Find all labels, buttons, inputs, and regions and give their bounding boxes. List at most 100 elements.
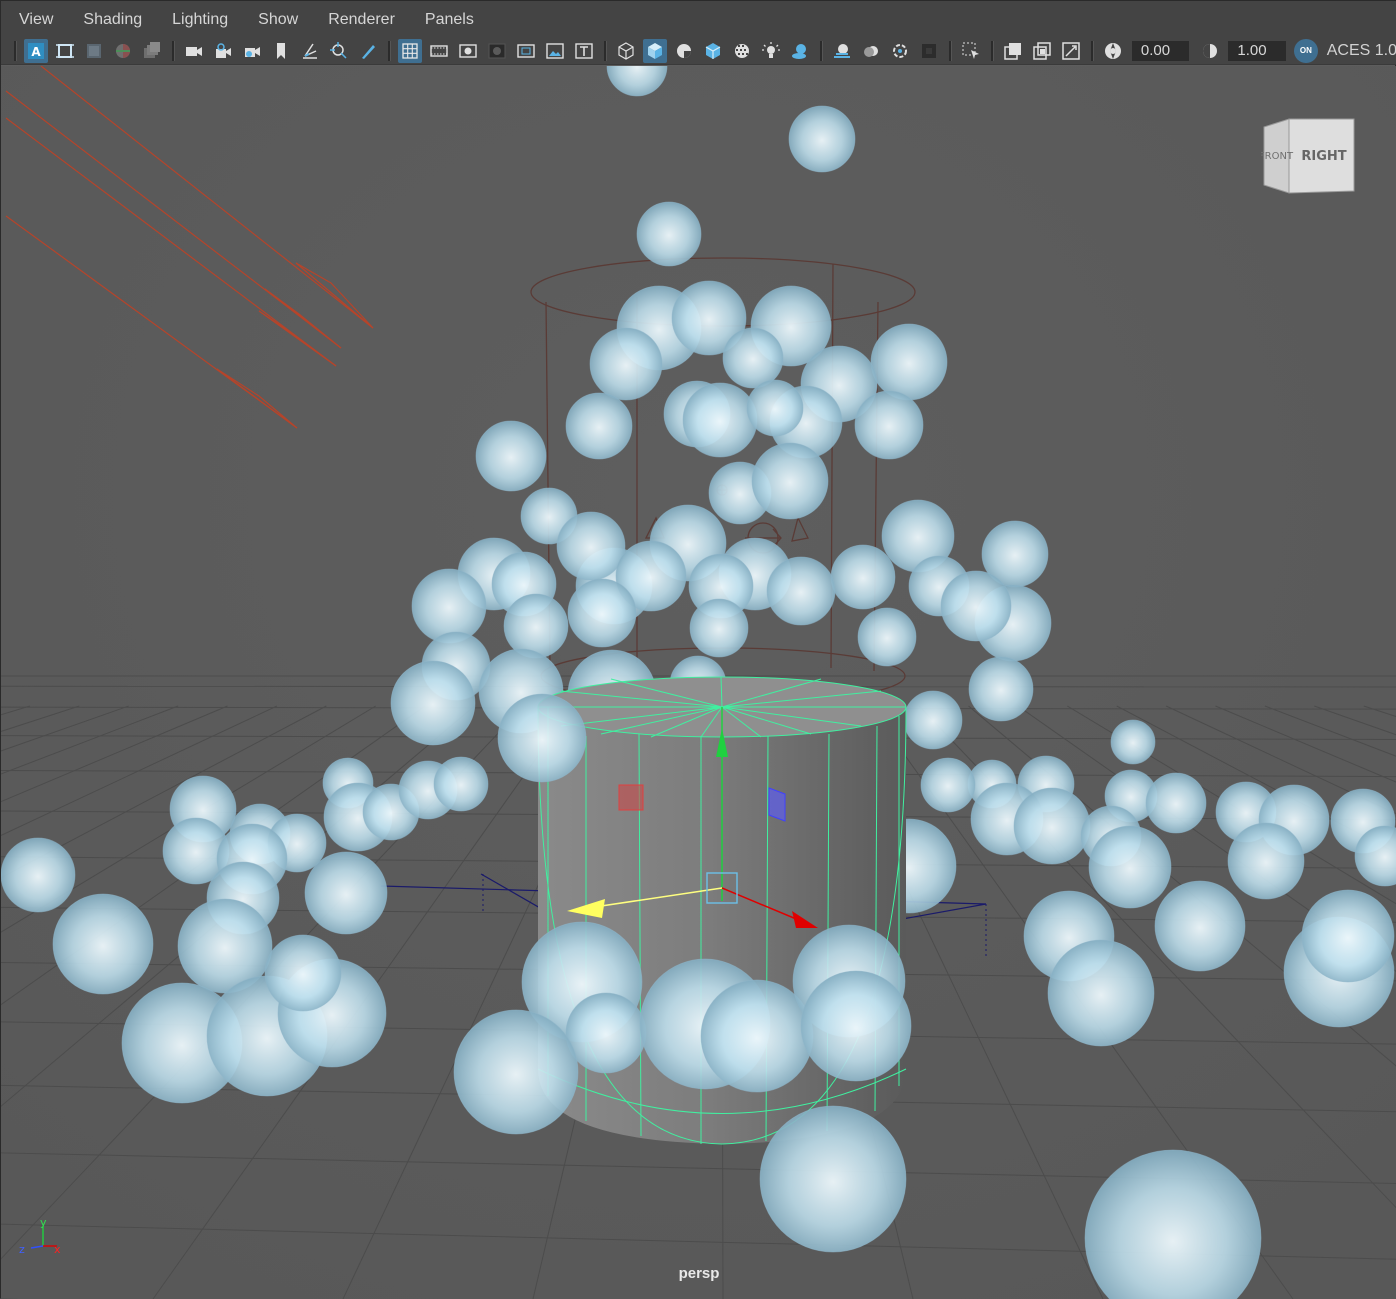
menu-renderer[interactable]: Renderer	[310, 1, 407, 37]
particle-sphere	[567, 578, 637, 648]
screen-space-ao-icon[interactable]	[830, 39, 854, 63]
particle-sphere	[52, 893, 154, 995]
use-all-lights-icon[interactable]	[759, 39, 783, 63]
3d-viewport[interactable]: FRONT RIGHT y z x persp	[1, 66, 1396, 1299]
particle-sphere	[940, 570, 1012, 642]
particle-sphere	[857, 607, 917, 667]
viewcube-right-label: RIGHT	[1301, 149, 1346, 164]
particle-sphere	[1088, 825, 1172, 909]
gate-mask-toggle-icon[interactable]	[485, 39, 509, 63]
exposure-field[interactable]: 0.00	[1131, 40, 1190, 61]
particle-sphere	[1013, 787, 1091, 865]
panel-toolbar: A 0.00 1.00 ON ACES 1.0	[1, 37, 1396, 65]
menu-show[interactable]: Show	[240, 1, 310, 37]
wireframe-on-shaded-icon[interactable]	[701, 39, 725, 63]
particle-sphere	[682, 382, 758, 458]
color-space-label[interactable]: ACES 1.0	[1327, 42, 1396, 60]
particle-sphere	[903, 690, 963, 750]
camera-icon[interactable]	[211, 39, 235, 63]
wireframe-icon[interactable]	[614, 39, 638, 63]
particle-sphere	[766, 556, 836, 626]
snapshot-icon[interactable]	[327, 39, 351, 63]
smooth-shade-icon[interactable]	[643, 38, 668, 63]
gamma-icon[interactable]	[1198, 39, 1222, 63]
menu-panels[interactable]: Panels	[407, 1, 486, 37]
isolate-select-icon[interactable]	[959, 39, 983, 63]
particle-sphere	[1145, 772, 1207, 834]
xray-active-components-icon[interactable]	[1030, 39, 1054, 63]
particle-sphere	[453, 1009, 579, 1135]
menu-shading[interactable]: Shading	[65, 1, 154, 37]
depth-of-field-icon[interactable]	[917, 39, 941, 63]
motion-blur-icon[interactable]	[859, 39, 883, 63]
menu-view[interactable]: View	[1, 1, 65, 37]
select-camera-icon[interactable]: A	[24, 38, 49, 63]
axis-y-label: y	[40, 1216, 47, 1229]
particle-sphere	[411, 568, 487, 644]
safe-action-toggle-icon[interactable]	[543, 39, 567, 63]
particle-sphere	[475, 420, 547, 492]
particle-sphere	[556, 511, 626, 581]
axis-z-label: z	[19, 1243, 25, 1254]
toolbar-separator	[819, 40, 823, 61]
film-gate-toggle-icon[interactable]	[427, 39, 451, 63]
particle-sphere	[390, 660, 476, 746]
particle-sphere	[759, 1105, 907, 1253]
bookmarks-icon[interactable]	[82, 39, 106, 63]
particle-sphere	[854, 390, 924, 460]
shadows-icon[interactable]	[788, 39, 812, 63]
xray-icon[interactable]	[1001, 39, 1025, 63]
maya-viewport-panel: View Shading Lighting Show Renderer Pane…	[0, 0, 1396, 1299]
grease-pencil-tool-icon[interactable]	[298, 39, 322, 63]
multisample-aa-icon[interactable]	[888, 39, 912, 63]
axis-indicator: y z x	[13, 1214, 69, 1259]
particle-sphere	[589, 327, 663, 401]
toolbar-separator	[14, 40, 17, 61]
resolution-gate-toggle-icon[interactable]	[456, 39, 480, 63]
particle-sphere	[565, 992, 647, 1074]
particle-sphere	[497, 693, 587, 783]
menu-lighting[interactable]: Lighting	[154, 1, 240, 37]
camera-name-label: persp	[678, 1265, 720, 1282]
toolbar-separator	[1090, 40, 1094, 61]
viewcube-front-label: FRONT	[1261, 151, 1294, 162]
particle-sphere	[304, 851, 388, 935]
toolbar-separator	[948, 40, 952, 61]
toolbar-separator	[171, 40, 175, 61]
particle-sphere	[920, 757, 976, 813]
film-gate-icon[interactable]	[240, 39, 264, 63]
particle-sphere	[746, 379, 804, 437]
image-plane-icon[interactable]	[111, 39, 135, 63]
particle-sphere	[433, 756, 489, 812]
color-management-badge: ON	[1299, 46, 1312, 55]
gamma-field[interactable]: 1.00	[1228, 40, 1286, 61]
safe-title-toggle-icon[interactable]	[572, 39, 596, 63]
use-default-material-icon[interactable]	[672, 39, 696, 63]
2d-pan-zoom-icon[interactable]	[269, 39, 293, 63]
panel-menu-bar: View Shading Lighting Show Renderer Pane…	[1, 1, 1396, 37]
particle-sphere	[565, 392, 633, 460]
camera-attributes-icon[interactable]	[53, 39, 77, 63]
lock-camera-icon[interactable]	[182, 39, 206, 63]
textured-icon[interactable]	[730, 39, 754, 63]
toolbar-separator	[387, 40, 391, 61]
grease-pencil-icon[interactable]	[140, 39, 164, 63]
particle-sphere	[1227, 822, 1305, 900]
particle-sphere	[636, 201, 702, 267]
particle-sphere	[1047, 939, 1155, 1047]
particle-sphere	[264, 934, 342, 1012]
particle-sphere	[722, 327, 784, 389]
color-management-icon[interactable]: ON	[1293, 38, 1318, 63]
resolution-gate-icon[interactable]	[356, 39, 380, 63]
grid-icon[interactable]	[398, 38, 423, 63]
particle-sphere	[870, 323, 948, 401]
exposure-icon[interactable]	[1101, 39, 1125, 63]
particle-sphere	[1, 837, 76, 913]
particle-sphere	[968, 656, 1034, 722]
particle-sphere	[689, 598, 749, 658]
xray-joints-icon[interactable]	[1059, 39, 1083, 63]
particle-sphere	[503, 593, 569, 659]
scene-canvas[interactable]	[1, 66, 1396, 1299]
view-cube[interactable]: FRONT RIGHT	[1259, 117, 1357, 202]
field-chart-toggle-icon[interactable]	[514, 39, 538, 63]
